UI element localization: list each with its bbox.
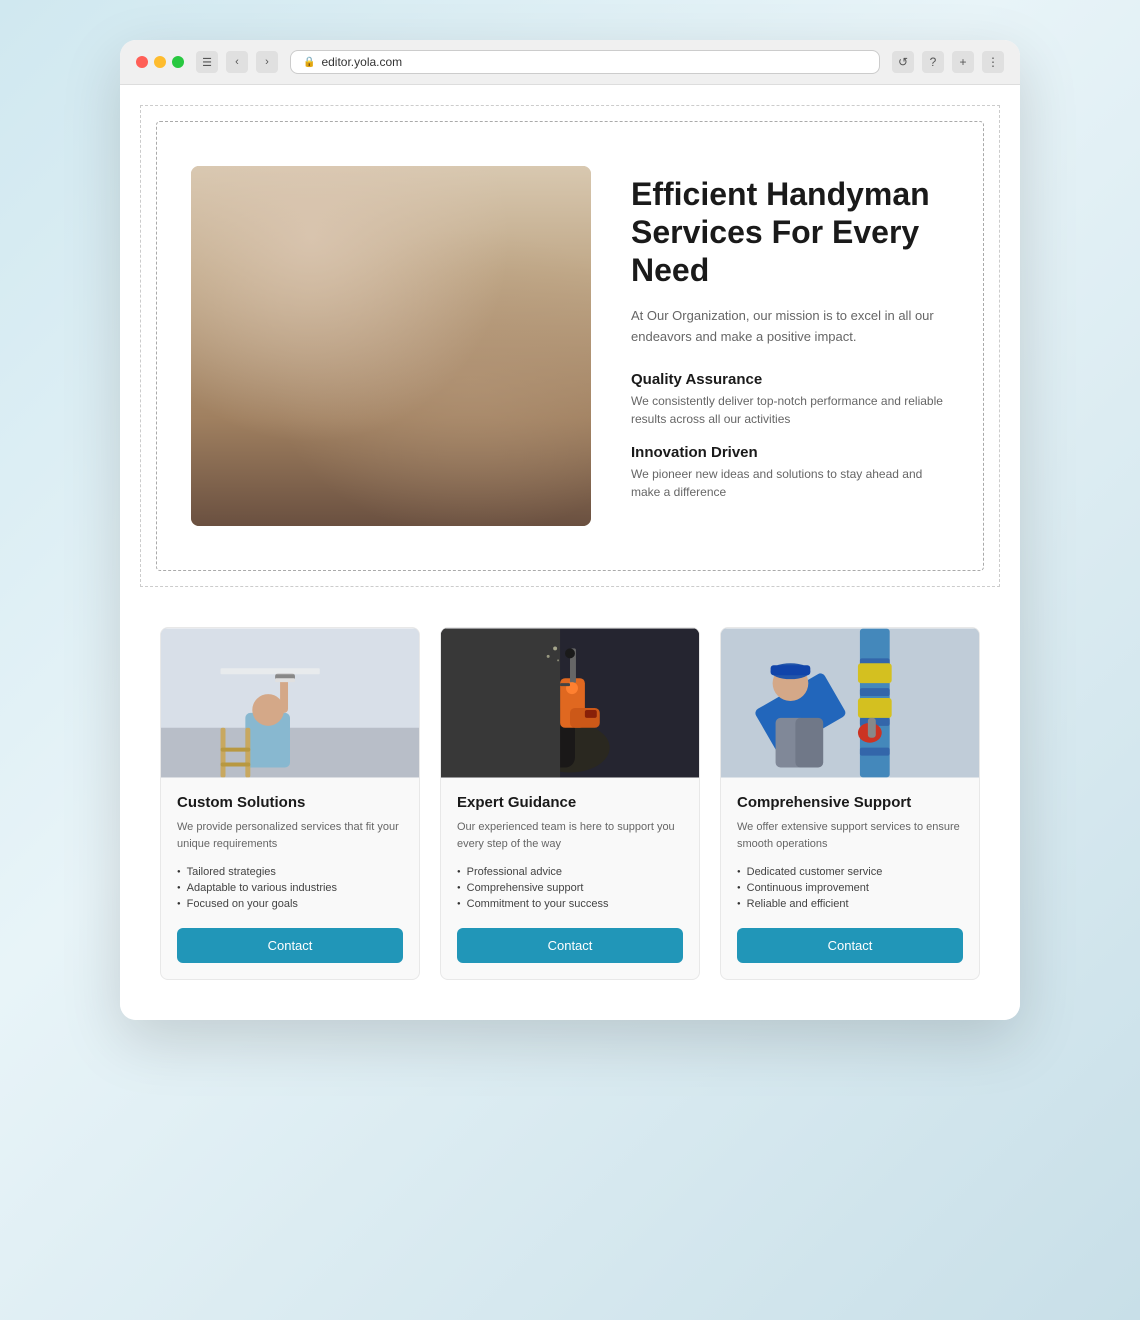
card-body-expert-guidance: Expert Guidance Our experienced team is … <box>441 778 699 979</box>
sidebar-toggle-button[interactable]: ☰ <box>196 51 218 73</box>
card-list-expert-guidance: Professional advice Comprehensive suppor… <box>457 864 683 912</box>
feature-innovation-desc: We pioneer new ideas and solutions to st… <box>631 465 949 501</box>
browser-window: ☰ ‹ › 🔒 editor.yola.com ↺ ? + ⋮ <box>120 40 1020 1020</box>
hero-text: Efficient Handyman Services For Every Ne… <box>631 175 949 518</box>
list-item-commitment: Commitment to your success <box>457 896 683 912</box>
list-item-continuous: Continuous improvement <box>737 880 963 896</box>
contact-button-custom-solutions[interactable]: Contact <box>177 928 403 963</box>
list-item-focused: Focused on your goals <box>177 896 403 912</box>
close-traffic-light[interactable] <box>136 56 148 68</box>
add-tab-button[interactable]: + <box>952 51 974 73</box>
card-expert-guidance: Expert Guidance Our experienced team is … <box>440 627 700 980</box>
browser-chrome: ☰ ‹ › 🔒 editor.yola.com ↺ ? + ⋮ <box>120 40 1020 85</box>
card-list-comprehensive-support: Dedicated customer service Continuous im… <box>737 864 963 912</box>
traffic-lights <box>136 56 184 68</box>
card-list-custom-solutions: Tailored strategies Adaptable to various… <box>177 864 403 912</box>
maximize-traffic-light[interactable] <box>172 56 184 68</box>
card-custom-solutions: Custom Solutions We provide personalized… <box>160 627 420 980</box>
card-desc-expert-guidance: Our experienced team is here to support … <box>457 819 683 852</box>
menu-button[interactable]: ⋮ <box>982 51 1004 73</box>
browser-actions: ↺ ? + ⋮ <box>892 51 1004 73</box>
lock-icon: 🔒 <box>303 57 315 68</box>
hero-subtitle: At Our Organization, our mission is to e… <box>631 306 949 348</box>
feature-innovation-title: Innovation Driven <box>631 444 949 461</box>
hero-image <box>191 166 591 526</box>
list-item-tailored: Tailored strategies <box>177 864 403 880</box>
card-image-comprehensive-support <box>721 628 979 778</box>
browser-controls: ☰ ‹ › <box>196 51 278 73</box>
card-title-expert-guidance: Expert Guidance <box>457 794 683 811</box>
card-image-svg-3 <box>721 628 979 778</box>
feature-quality-title: Quality Assurance <box>631 371 949 388</box>
card-image-svg-1 <box>161 628 419 778</box>
back-button[interactable]: ‹ <box>226 51 248 73</box>
card-desc-comprehensive-support: We offer extensive support services to e… <box>737 819 963 852</box>
address-bar[interactable]: 🔒 editor.yola.com <box>290 50 880 74</box>
hero-image-svg <box>191 166 591 526</box>
card-image-custom-solutions <box>161 628 419 778</box>
list-item-professional-advice: Professional advice <box>457 864 683 880</box>
card-title-comprehensive-support: Comprehensive Support <box>737 794 963 811</box>
hero-section: Efficient Handyman Services For Every Ne… <box>140 105 1000 587</box>
hero-title: Efficient Handyman Services For Every Ne… <box>631 175 949 290</box>
feature-quality-desc: We consistently deliver top-notch perfor… <box>631 392 949 428</box>
reload-button[interactable]: ↺ <box>892 51 914 73</box>
cards-section: Custom Solutions We provide personalized… <box>120 607 1020 1020</box>
contact-button-comprehensive-support[interactable]: Contact <box>737 928 963 963</box>
card-title-custom-solutions: Custom Solutions <box>177 794 403 811</box>
list-item-comprehensive-support: Comprehensive support <box>457 880 683 896</box>
hero-image-container <box>191 166 591 526</box>
list-item-adaptable: Adaptable to various industries <box>177 880 403 896</box>
list-item-reliable: Reliable and efficient <box>737 896 963 912</box>
url-text: editor.yola.com <box>321 55 402 69</box>
feature-innovation-driven: Innovation Driven We pioneer new ideas a… <box>631 444 949 501</box>
feature-quality-assurance: Quality Assurance We consistently delive… <box>631 371 949 428</box>
page-content: Efficient Handyman Services For Every Ne… <box>120 105 1020 1020</box>
minimize-traffic-light[interactable] <box>154 56 166 68</box>
card-image-svg-2 <box>441 628 699 778</box>
forward-button[interactable]: › <box>256 51 278 73</box>
card-desc-custom-solutions: We provide personalized services that fi… <box>177 819 403 852</box>
card-body-comprehensive-support: Comprehensive Support We offer extensive… <box>721 778 979 979</box>
card-body-custom-solutions: Custom Solutions We provide personalized… <box>161 778 419 979</box>
card-image-expert-guidance <box>441 628 699 778</box>
question-button[interactable]: ? <box>922 51 944 73</box>
contact-button-expert-guidance[interactable]: Contact <box>457 928 683 963</box>
list-item-dedicated: Dedicated customer service <box>737 864 963 880</box>
card-comprehensive-support: Comprehensive Support We offer extensive… <box>720 627 980 980</box>
